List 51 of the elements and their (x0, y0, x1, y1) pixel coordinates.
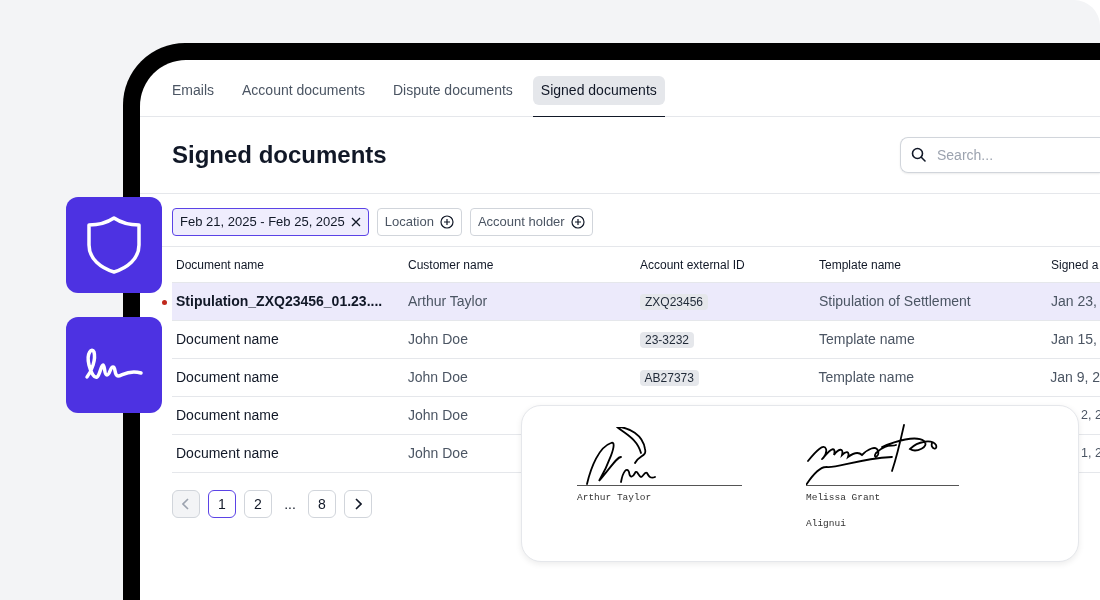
table-cell: John Doe (408, 407, 468, 423)
search-icon (911, 147, 927, 163)
column-header: Document name (175, 256, 266, 274)
column-header: Signed a (1050, 256, 1100, 274)
table-cell: John Doe (408, 445, 468, 461)
table-cell: Arthur Taylor (408, 293, 488, 309)
chevron-right-icon (354, 498, 362, 510)
tab[interactable]: Emails (164, 76, 222, 105)
id-tag: ZXQ23456 (640, 294, 709, 310)
table-row[interactable]: Document name John Doe AB27373 Template name Jan 9, 2 (172, 359, 1100, 397)
signer-name: Arthur Taylor (577, 491, 653, 505)
id-tag: AB27373 (639, 370, 699, 386)
page-button[interactable]: 8 (308, 490, 336, 518)
plus-circle-icon (439, 215, 454, 229)
filter-chip[interactable]: Location (376, 208, 462, 236)
tab[interactable]: Dispute documents (385, 76, 521, 105)
filter-chip[interactable]: Feb 21, 2025 - Feb 25, 2025 (172, 208, 369, 236)
table-cell: John Doe (407, 369, 468, 385)
page-button[interactable]: 2 (244, 490, 272, 518)
chevron-left-icon (182, 498, 190, 510)
table-cell: Document name (176, 445, 279, 461)
table-cell: Stipulation of Settlement (819, 293, 971, 309)
filter-chip[interactable]: Account holder (469, 208, 593, 236)
next-page-button[interactable] (344, 490, 372, 518)
search-field[interactable]: Search... (900, 137, 1100, 173)
signer-name: Melissa Grant (806, 491, 882, 505)
table-cell: Document name (176, 407, 279, 423)
table-cell: Template name (818, 369, 915, 385)
table-cell: Template name (819, 331, 915, 347)
table-cell: Jan 23, (1051, 293, 1097, 309)
table-cell: Jan 15, (1051, 331, 1097, 347)
table-row[interactable]: Document name John Doe 23-3232 Template name Jan 15, (172, 321, 1100, 359)
column-header: Account external ID (639, 256, 746, 274)
column-header: Customer name (407, 256, 495, 274)
table-cell: Stipulation_ZXQ23456_01.23.... (176, 293, 383, 309)
signer-company: Alignui (806, 517, 847, 532)
tab[interactable]: Signed documents (532, 76, 665, 105)
tab[interactable]: Account documents (234, 76, 373, 105)
table-cell: Document name (176, 369, 279, 385)
search-input[interactable]: Search... (935, 143, 1075, 167)
id-tag: 23-3232 (640, 332, 695, 348)
table-cell: Document name (176, 331, 279, 347)
table-cell: John Doe (408, 331, 468, 347)
page-ellipsis: ... (283, 494, 297, 514)
close-icon (350, 217, 361, 227)
column-header: Template name (818, 256, 903, 274)
page-title: Signed documents (172, 140, 387, 170)
table-cell: Jan 9, 2 (1050, 369, 1100, 385)
plus-circle-icon (570, 215, 585, 229)
page-button[interactable]: 1 (208, 490, 236, 518)
shield-icon (85, 215, 143, 275)
